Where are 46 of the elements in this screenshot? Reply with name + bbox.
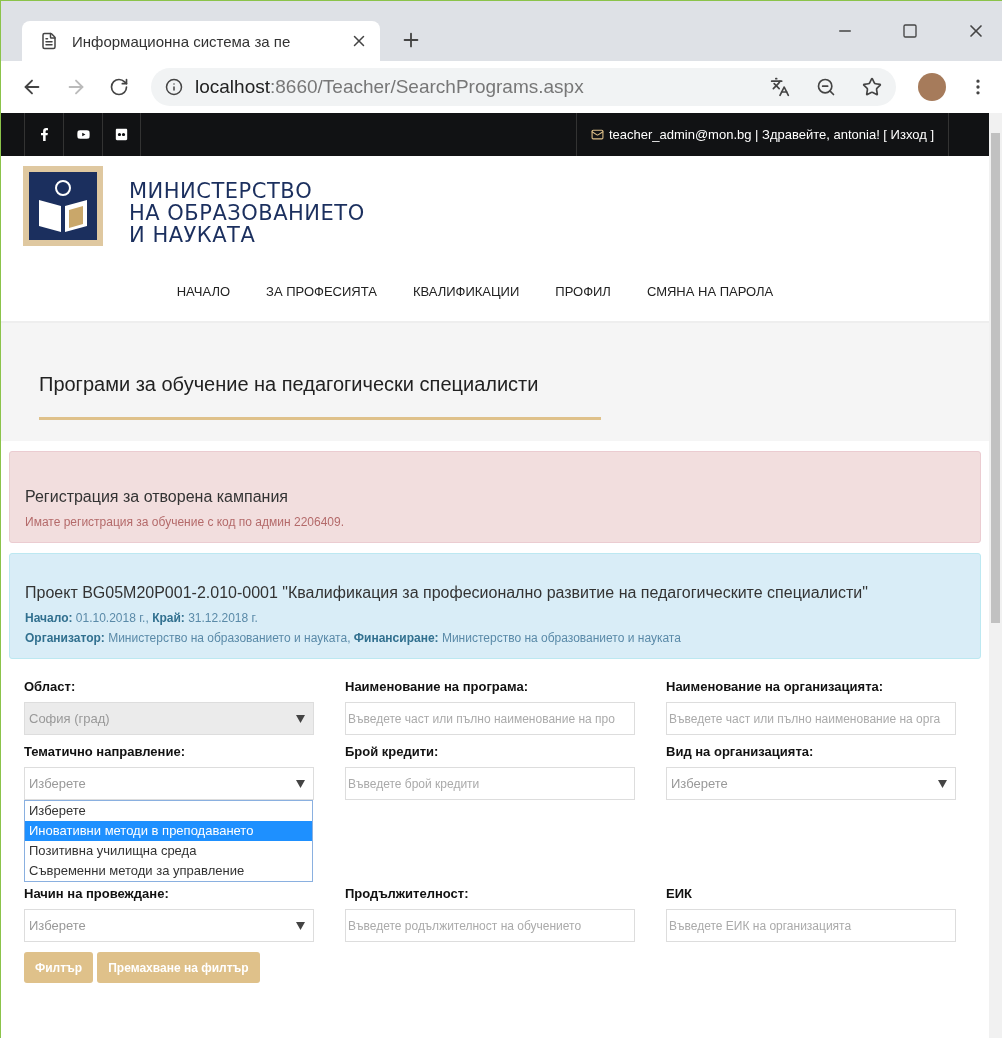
caret-icon [296,714,305,723]
field-label: Тематично направление: [24,744,186,761]
field-label: Област: [24,679,77,696]
flickr-icon[interactable] [102,113,141,156]
field-label: Брой кредити: [345,744,440,761]
translate-icon[interactable] [770,77,790,97]
scrollbar-thumb[interactable] [991,133,1000,623]
alert-title: Регистрация за отворена кампания [25,488,289,506]
alert-text: Организатор: Министерство на образованието и науката, Финансиране: Министерство на образованието и науката [25,630,682,647]
field-label: Продължителност: [345,886,470,903]
info-icon [165,78,183,96]
book-logo-icon [23,166,103,246]
input-field[interactable]: Въведете ЕИК на организацията [666,909,956,942]
input-field[interactable]: Въведете брой кредити [345,767,635,800]
field-label: Наименование на организацията: [666,679,885,696]
caret-icon [296,779,305,788]
avatar[interactable] [918,73,946,101]
maximize-icon[interactable] [902,21,918,41]
nav-link[interactable]: КВАЛИФИКАЦИИ [412,276,520,321]
field-label: Вид на организацията: [666,744,815,761]
nav-link[interactable]: ЗА ПРОФЕСИЯТА [266,276,377,321]
input-field[interactable]: Въведете родължителност на обучението [345,909,635,942]
reload-icon[interactable] [109,77,129,97]
alert-title: Проект BG05M20P001-2.010-0001 "Квалификация за професионално развитие на педагогическите специалисти" [25,584,869,602]
nav-link[interactable]: ПРОФИЛ [555,276,611,321]
caret-icon [296,921,305,930]
field-label: Наименование на програма: [345,679,529,696]
url-text: localhost:8660/Teacher/SearchPrograms.aspx [195,76,585,98]
address-bar[interactable]: localhost:8660/Teacher/SearchPrograms.aspx [151,68,896,106]
field-label: Начин на провеждане: [24,886,170,903]
caret-icon [938,779,947,788]
page-icon [40,32,58,50]
user-info: teacher_admin@mon.bg | Здравейте, antonia! [ Изход ] [608,127,934,142]
input-field[interactable]: Въведете част или пълно наименование на орга [666,702,956,735]
alert-text: Имате регистрация за обучение с код по админ 2206409. [25,514,345,531]
mail-icon [590,128,604,141]
browser-tab[interactable]: Информационна система за пе [22,21,380,61]
field-label: ЕИК [666,886,693,903]
star-icon[interactable] [862,77,882,97]
page-title: Програми за обучение на педагогически специалисти [39,371,601,420]
nav-link[interactable]: НАЧАЛО [176,276,231,321]
nav-link[interactable]: СМЯНА НА ПАРОЛА [646,276,774,321]
input-field[interactable]: Въведете част или пълно наименование на про [345,702,635,735]
alert-text: Начало: 01.10.2018 г., Край: 31.12.2018 г. [25,610,259,627]
ministry-name: МИНИСТЕРСТВО НА ОБРАЗОВАНИЕТО И НАУКАТА [129,178,365,249]
zoom-out-icon[interactable] [816,77,836,97]
